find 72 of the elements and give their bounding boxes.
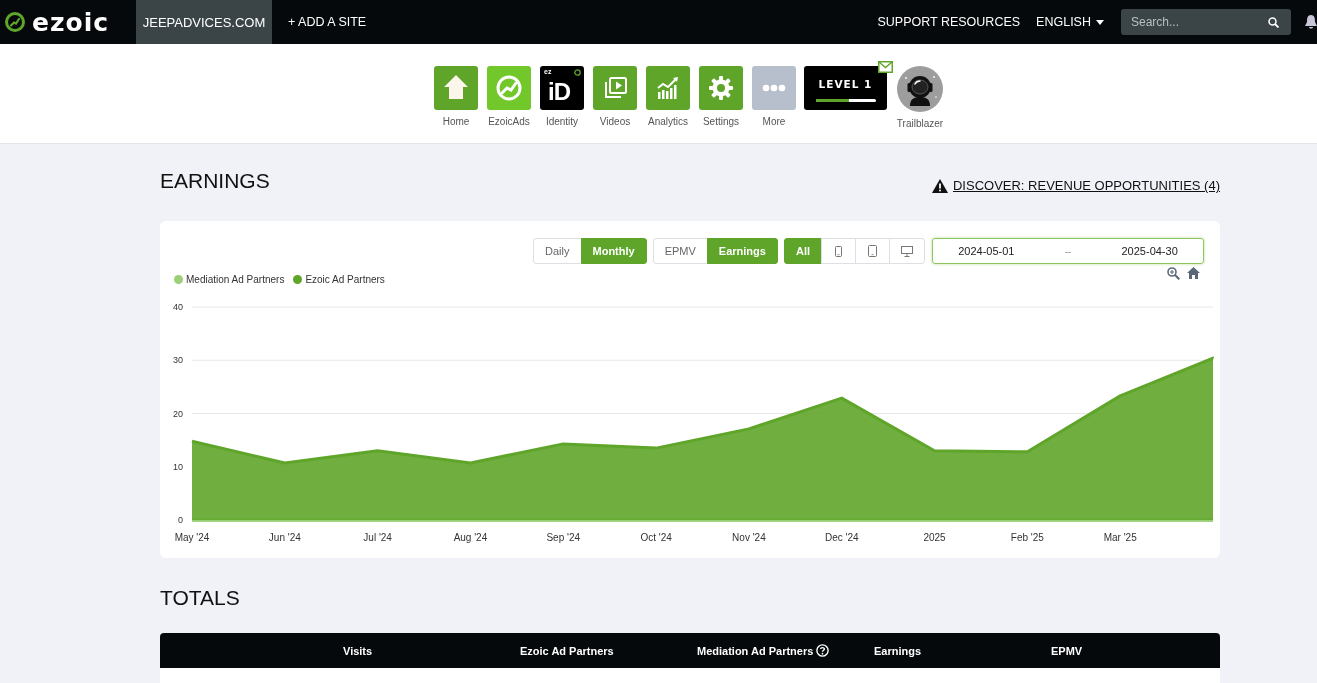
legend-label[interactable]: Ezoic Ad Partners <box>305 273 385 285</box>
search-icon[interactable] <box>1268 17 1279 28</box>
column-header: Visits <box>343 644 373 657</box>
level-badge[interactable]: LEVEL 1 <box>804 66 887 110</box>
axis-label: 30 <box>173 355 183 366</box>
axis-label: Jul '24 <box>363 532 392 543</box>
axis-label: Nov '24 <box>732 532 766 543</box>
bar-chart-icon <box>646 66 690 110</box>
home-icon[interactable] <box>1187 267 1200 279</box>
app-link[interactable]: Videos <box>589 66 641 127</box>
column-header: Mediation Ad Partners <box>697 644 814 657</box>
start-date-text: 2024-05-01 <box>958 245 1015 257</box>
axis-label: 20 <box>173 408 183 419</box>
axis-label: 2025 <box>923 532 946 543</box>
device-filter-button[interactable] <box>855 238 890 264</box>
language-menu[interactable]: ENGLISH <box>1036 15 1104 29</box>
app-link[interactable]: EzoicAds <box>483 66 535 127</box>
period-button[interactable]: Daily <box>533 238 582 264</box>
axis-label: May '24 <box>174 532 210 543</box>
axis-label: Oct '24 <box>640 532 672 543</box>
column-header: EPMV <box>1051 644 1083 657</box>
logo-text: iD <box>548 79 570 105</box>
axis-label: Dec '24 <box>824 532 859 543</box>
support-link[interactable]: SUPPORT RESOURCES <box>877 15 1021 29</box>
bell-icon[interactable] <box>1305 14 1317 30</box>
ring-logo-icon <box>5 12 25 32</box>
app-link[interactable]: Analytics <box>642 66 694 127</box>
tablet-icon <box>868 245 877 257</box>
astronaut-icon <box>897 66 943 112</box>
app-link[interactable]: Settings <box>695 66 747 127</box>
ring-icon <box>574 69 581 76</box>
level-title: LEVEL 1 <box>818 78 873 91</box>
date-separator: – <box>1064 245 1072 257</box>
axis-label: 40 <box>173 302 183 312</box>
axis-label: Jun '24 <box>268 532 301 543</box>
date-range-field[interactable]: 2024-05-01 – 2025-04-30 <box>932 238 1204 264</box>
axis-label: Feb '25 <box>1010 532 1044 543</box>
site-tab[interactable]: JEEPADVICES.COM <box>136 0 272 44</box>
device-filter-button[interactable] <box>889 238 925 264</box>
axis-label: 0 <box>178 515 183 525</box>
help-icon[interactable] <box>816 644 830 657</box>
discover-link[interactable]: DISCOVER: REVENUE OPPORTUNITIES (4) <box>931 178 1220 194</box>
axis-label: 10 <box>173 461 183 472</box>
device-filter-button[interactable] <box>821 238 856 264</box>
caret-icon <box>1096 19 1104 25</box>
section-title: TOTALS <box>160 585 241 611</box>
metric-button[interactable]: EPMV <box>652 238 708 264</box>
app-link[interactable]: More <box>748 66 800 127</box>
app-link[interactable]: Home <box>430 66 482 127</box>
end-date-text: 2025-04-30 <box>1121 245 1178 257</box>
column-header: Ezoic Ad Partners <box>520 644 614 657</box>
legend-label[interactable]: Mediation Ad Partners <box>186 273 285 285</box>
zoom-icon[interactable] <box>1167 266 1180 280</box>
ring-logo-icon <box>487 66 531 110</box>
warning-icon <box>931 179 948 193</box>
logo-wordmark: ezoic <box>32 9 110 35</box>
phone-icon <box>835 245 842 257</box>
axis-label: Mar '25 <box>1103 532 1137 543</box>
profile-link[interactable]: Trailblazer <box>894 66 946 129</box>
section-title: EARNINGS <box>160 168 270 194</box>
axis-label: Sep '24 <box>546 532 581 543</box>
gear-icon <box>699 66 743 110</box>
video-stack-icon <box>593 66 637 110</box>
monitor-icon <box>901 245 913 257</box>
envelope-icon[interactable] <box>878 61 893 73</box>
add-site-link[interactable]: + ADD A SITE <box>288 15 367 29</box>
house-icon <box>434 66 478 110</box>
axis-label: Aug '24 <box>453 532 488 543</box>
more-dots-icon <box>752 66 796 110</box>
ezoic-logo[interactable]: ezoic <box>0 0 136 44</box>
column-header: Earnings <box>874 644 922 657</box>
search-field[interactable]: Search... <box>1121 9 1291 35</box>
